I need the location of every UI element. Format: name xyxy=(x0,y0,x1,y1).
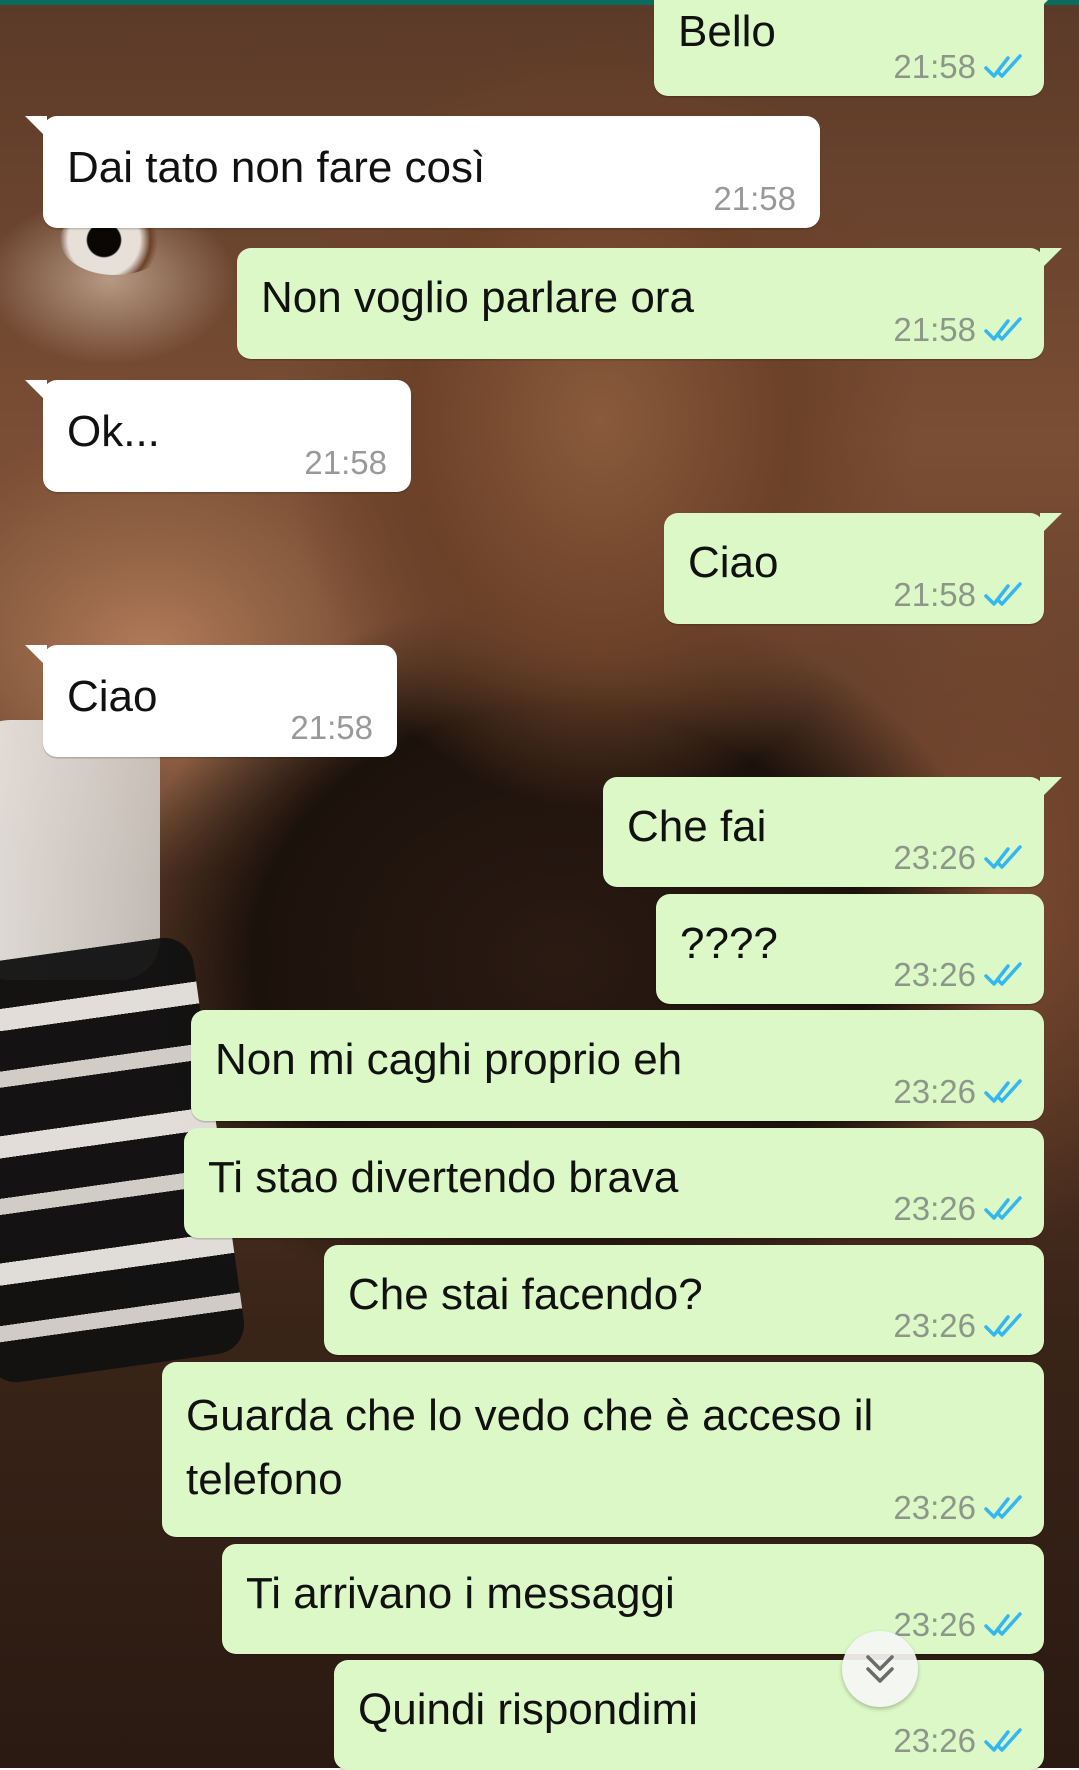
message-time: 21:58 xyxy=(290,709,373,746)
message-bubble-outgoing[interactable]: Ciao 21:58 xyxy=(664,513,1062,624)
message-bubble-incoming[interactable]: Ok... 21:58 xyxy=(25,380,411,492)
message-meta: 23:26 xyxy=(893,1606,1026,1644)
message-meta: 21:58 xyxy=(893,311,1026,349)
message-time: 23:26 xyxy=(893,1307,976,1344)
message-time: 21:58 xyxy=(893,48,976,85)
double-check-icon xyxy=(984,582,1022,606)
message-time: 23:26 xyxy=(893,839,976,876)
double-check-icon xyxy=(984,1313,1022,1337)
message-time: 21:58 xyxy=(893,576,976,613)
double-chevron-down-icon xyxy=(866,1655,894,1683)
double-check-icon xyxy=(984,317,1022,341)
message-text: Ti stao divertendo brava xyxy=(208,1153,679,1202)
message-meta: 21:58 xyxy=(713,180,796,218)
message-time: 23:26 xyxy=(893,1190,976,1227)
message-text: Che stai facendo? xyxy=(348,1270,703,1319)
message-text: Non mi caghi proprio eh xyxy=(215,1035,683,1084)
double-check-icon xyxy=(984,54,1022,78)
message-bubble-outgoing[interactable]: Non mi caghi proprio eh 23:26 xyxy=(191,1010,1044,1121)
double-check-icon xyxy=(984,1612,1022,1636)
message-text: Dai tato non fare così xyxy=(67,143,486,192)
message-time: 21:58 xyxy=(713,180,796,217)
message-time: 21:58 xyxy=(893,311,976,348)
message-bubble-outgoing[interactable]: Che stai facendo? 23:26 xyxy=(324,1245,1044,1355)
message-bubble-outgoing[interactable]: Guarda che lo vedo che è acceso il telef… xyxy=(162,1362,1044,1537)
message-bubble-outgoing[interactable]: ???? 23:26 xyxy=(656,894,1044,1004)
message-time: 23:26 xyxy=(893,956,976,993)
scroll-to-bottom-button[interactable] xyxy=(842,1631,918,1707)
message-meta: 23:26 xyxy=(893,1489,1026,1527)
message-bubble-outgoing[interactable]: Che fai 23:26 xyxy=(603,777,1062,887)
message-text: Quindi rispondimi xyxy=(358,1685,698,1734)
message-text: Ciao xyxy=(67,672,158,721)
message-time: 21:58 xyxy=(304,444,387,481)
double-check-icon xyxy=(984,1495,1022,1519)
message-text: Ti arrivano i messaggi xyxy=(246,1569,675,1618)
message-time: 23:26 xyxy=(893,1606,976,1643)
message-bubble-outgoing[interactable]: Quindi rispondimi 23:26 xyxy=(334,1660,1044,1770)
message-text: Non voglio parlare ora xyxy=(261,273,694,322)
message-text: Che fai xyxy=(627,802,767,851)
message-time: 23:26 xyxy=(893,1073,976,1110)
message-meta: 21:58 xyxy=(304,444,387,482)
message-bubble-outgoing[interactable]: Ti stao divertendo brava 23:26 xyxy=(184,1128,1044,1238)
message-bubble-outgoing[interactable]: Ti arrivano i messaggi 23:26 xyxy=(222,1544,1044,1654)
double-check-icon xyxy=(984,1079,1022,1103)
message-bubble-incoming[interactable]: Dai tato non fare così 21:58 xyxy=(25,116,820,228)
message-text: Ciao xyxy=(688,538,779,587)
message-meta: 23:26 xyxy=(893,1307,1026,1345)
message-text: Guarda che lo vedo che è acceso il telef… xyxy=(186,1391,874,1504)
message-text: Bello xyxy=(678,7,776,56)
message-meta: 23:26 xyxy=(893,1073,1026,1111)
message-text: Ok... xyxy=(67,407,160,456)
message-meta: 23:26 xyxy=(893,956,1026,994)
message-meta: 21:58 xyxy=(893,48,1026,86)
message-bubble-outgoing[interactable]: Non voglio parlare ora 21:58 xyxy=(237,248,1062,359)
message-bubble-incoming[interactable]: Ciao 21:58 xyxy=(25,645,397,757)
double-check-icon xyxy=(984,845,1022,869)
message-time: 23:26 xyxy=(893,1722,976,1759)
message-meta: 21:58 xyxy=(893,576,1026,614)
message-meta: 23:26 xyxy=(893,1722,1026,1760)
double-check-icon xyxy=(984,1728,1022,1752)
message-bubble-outgoing[interactable]: Bello 21:58 xyxy=(654,0,1062,96)
message-text: ???? xyxy=(680,919,778,968)
double-check-icon xyxy=(984,962,1022,986)
message-meta: 23:26 xyxy=(893,839,1026,877)
message-meta: 21:58 xyxy=(290,709,373,747)
message-time: 23:26 xyxy=(893,1489,976,1526)
message-meta: 23:26 xyxy=(893,1190,1026,1228)
double-check-icon xyxy=(984,1196,1022,1220)
